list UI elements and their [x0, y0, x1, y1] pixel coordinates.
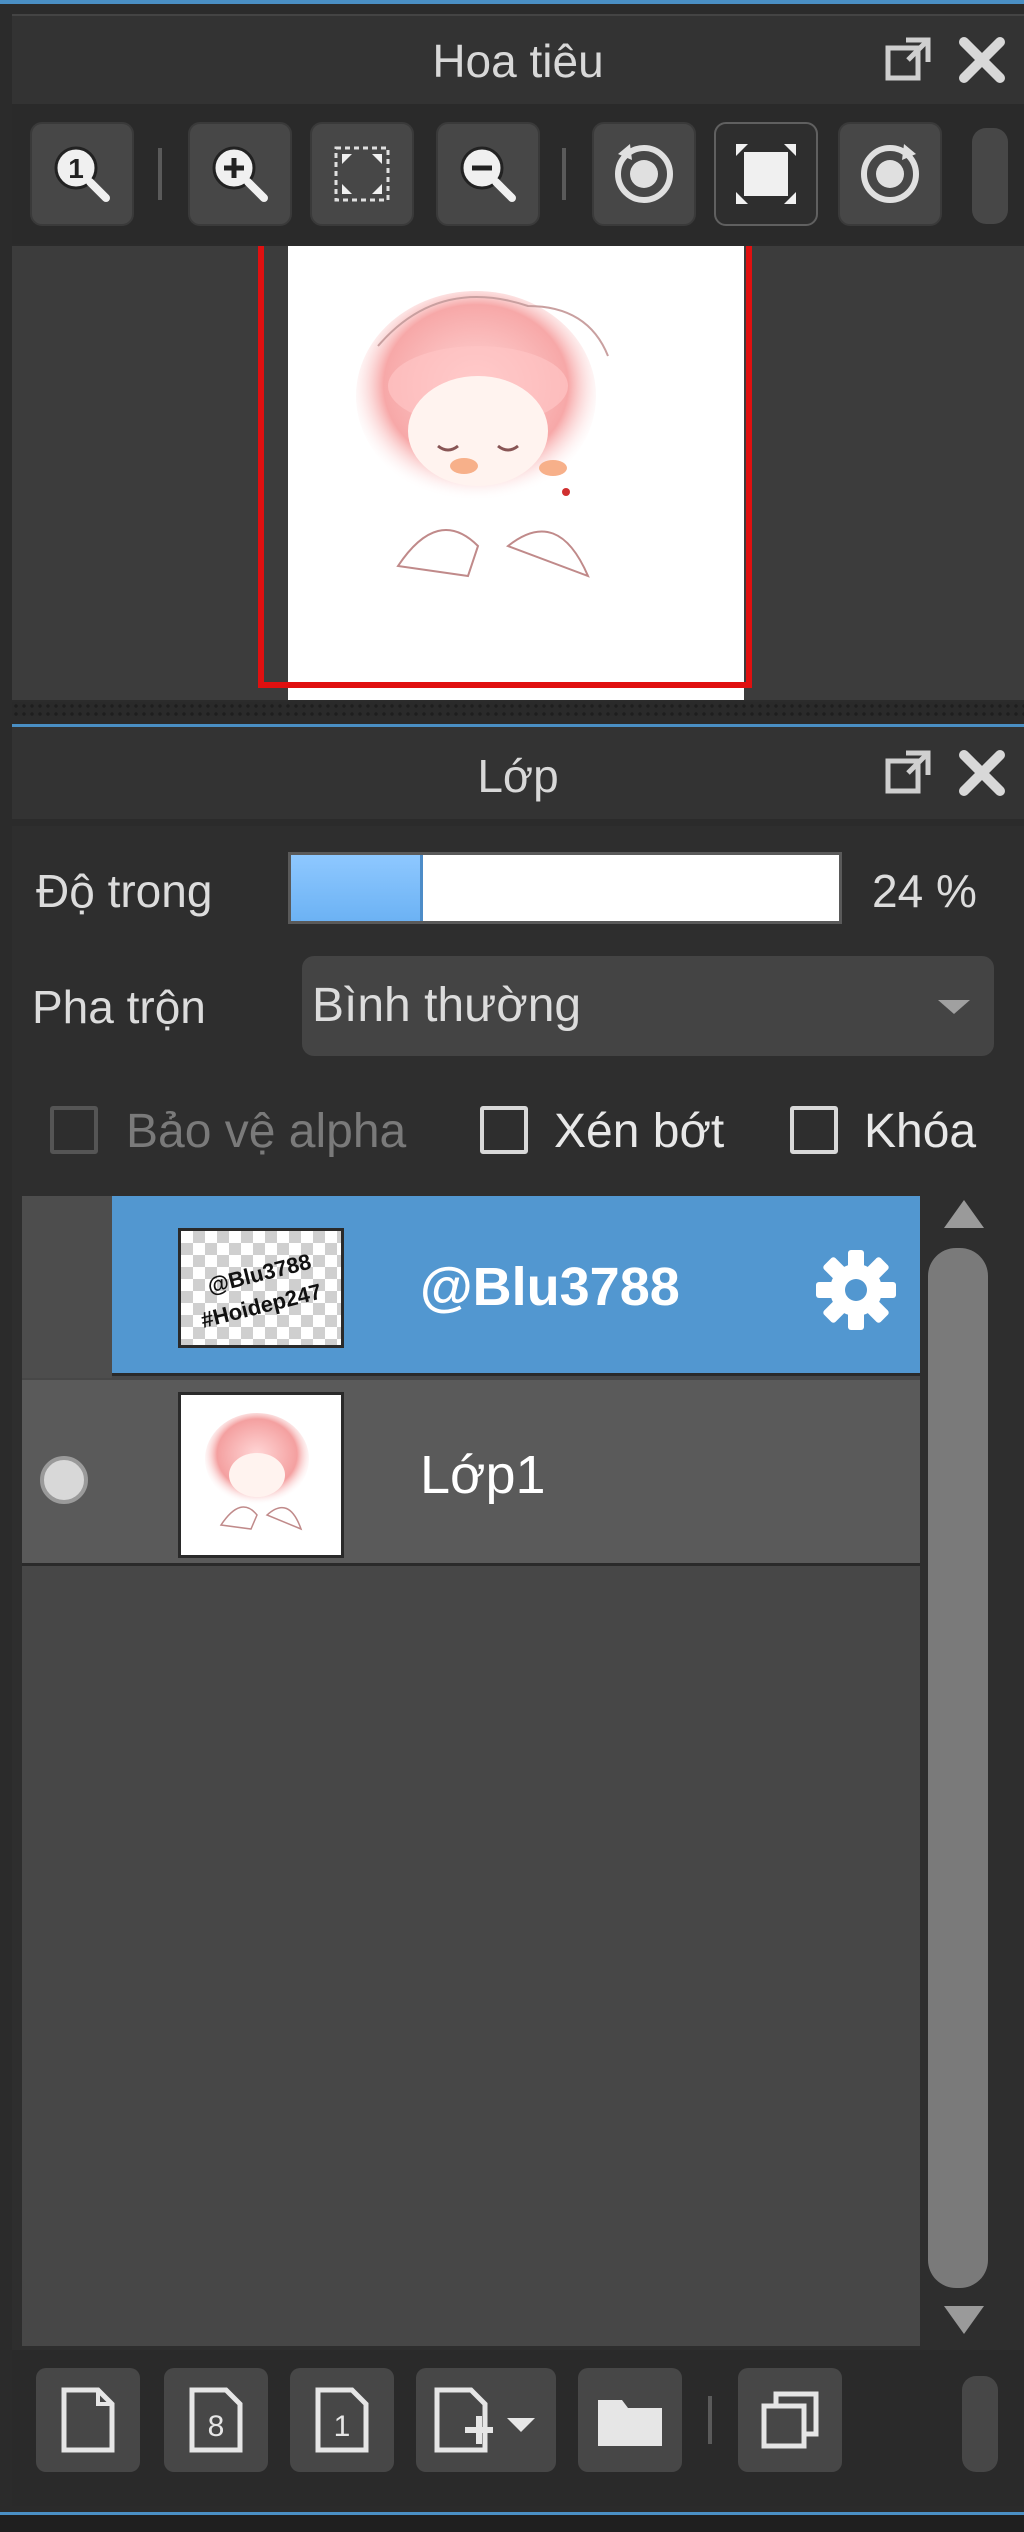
- fit-to-window-button[interactable]: [310, 122, 414, 226]
- rotate-left-icon: [615, 144, 673, 203]
- clip-checkbox[interactable]: [480, 1106, 528, 1154]
- folder-icon: [598, 2400, 662, 2446]
- rotate-left-button[interactable]: [592, 122, 696, 226]
- close-icon[interactable]: [954, 32, 1010, 88]
- new-layer-icon: [61, 2387, 115, 2453]
- new-layer-button[interactable]: [36, 2368, 140, 2472]
- blend-mode-value: Bình thường: [312, 979, 582, 1032]
- fit-to-window-icon: [334, 146, 390, 202]
- scrollbar-thumb[interactable]: [928, 1248, 988, 2288]
- navigator-title: Hoa tiêu: [432, 35, 604, 87]
- protect-alpha-label: Bảo vệ alpha: [126, 1105, 407, 1158]
- zoom-in-icon: [212, 146, 268, 202]
- layer-thumbnail: [178, 1392, 344, 1558]
- layer-thumbnail: @Blu3788 #Hoidep247: [178, 1228, 344, 1348]
- new-8bit-layer-icon: 8: [189, 2387, 243, 2453]
- toolbar-overflow-grip[interactable]: [972, 128, 1008, 224]
- svg-text:1: 1: [68, 153, 84, 184]
- zoom-actual-size-icon: 1: [54, 146, 110, 202]
- zoom-out-icon: [460, 146, 516, 202]
- rotate-right-button[interactable]: [838, 122, 942, 226]
- navigator-view-frame[interactable]: [258, 246, 752, 688]
- layers-title: Lớp: [477, 750, 559, 802]
- popout-icon[interactable]: [880, 745, 936, 801]
- svg-text:1: 1: [334, 2410, 351, 2443]
- lock-label: Khóa: [864, 1105, 977, 1158]
- canvas-edge: [288, 688, 744, 700]
- navigator-header: Hoa tiêu: [12, 14, 1024, 108]
- layer-name: @Blu3788: [420, 1257, 680, 1317]
- new-folder-button[interactable]: [578, 2368, 682, 2472]
- zoom-in-button[interactable]: [188, 122, 292, 226]
- add-layer-dropdown-icon: [434, 2387, 535, 2453]
- zoom-actual-size-button[interactable]: 1: [30, 122, 134, 226]
- bottom-accent-line: [0, 2512, 1024, 2532]
- layers-header: Lớp: [12, 724, 1024, 819]
- top-accent-line: [0, 0, 1024, 4]
- popout-icon[interactable]: [880, 32, 936, 88]
- duplicate-layer-icon: [761, 2391, 819, 2449]
- fit-canvas-icon: [736, 144, 796, 204]
- opacity-value: 24 %: [872, 865, 977, 917]
- toolbar-separator: [562, 148, 566, 200]
- add-layer-dropdown-button[interactable]: [416, 2368, 556, 2472]
- toolbar-overflow-grip[interactable]: [962, 2376, 998, 2472]
- lock-checkbox[interactable]: [790, 1106, 838, 1154]
- layer-visibility-dot-icon[interactable]: [40, 1456, 88, 1504]
- new-1bit-layer-button[interactable]: 1: [290, 2368, 394, 2472]
- new-1bit-layer-icon: 1: [315, 2387, 369, 2453]
- panel-resize-handle[interactable]: [12, 702, 1024, 716]
- scroll-down-icon[interactable]: [944, 2306, 984, 2334]
- svg-text:8: 8: [208, 2410, 225, 2443]
- layer-name: Lớp1: [420, 1445, 546, 1505]
- layer-settings-gear-icon[interactable]: [814, 1248, 898, 1332]
- scroll-up-icon[interactable]: [944, 1200, 984, 1228]
- duplicate-layer-button[interactable]: [738, 2368, 842, 2472]
- opacity-slider-fill: [291, 855, 423, 921]
- rotate-right-icon: [861, 144, 919, 203]
- close-icon[interactable]: [954, 745, 1010, 801]
- opacity-label: Độ trong: [36, 865, 213, 917]
- toolbar-separator: [158, 148, 162, 200]
- chevron-down-icon: [938, 1000, 970, 1014]
- toolbar-separator: [708, 2396, 712, 2444]
- blend-mode-label: Pha trộn: [32, 981, 206, 1033]
- protect-alpha-checkbox[interactable]: [50, 1106, 98, 1154]
- layer-visibility-toggle[interactable]: [22, 1196, 112, 1378]
- new-8bit-layer-button[interactable]: 8: [164, 2368, 268, 2472]
- clip-label: Xén bớt: [554, 1105, 725, 1158]
- zoom-out-button[interactable]: [436, 122, 540, 226]
- fit-canvas-button[interactable]: [714, 122, 818, 226]
